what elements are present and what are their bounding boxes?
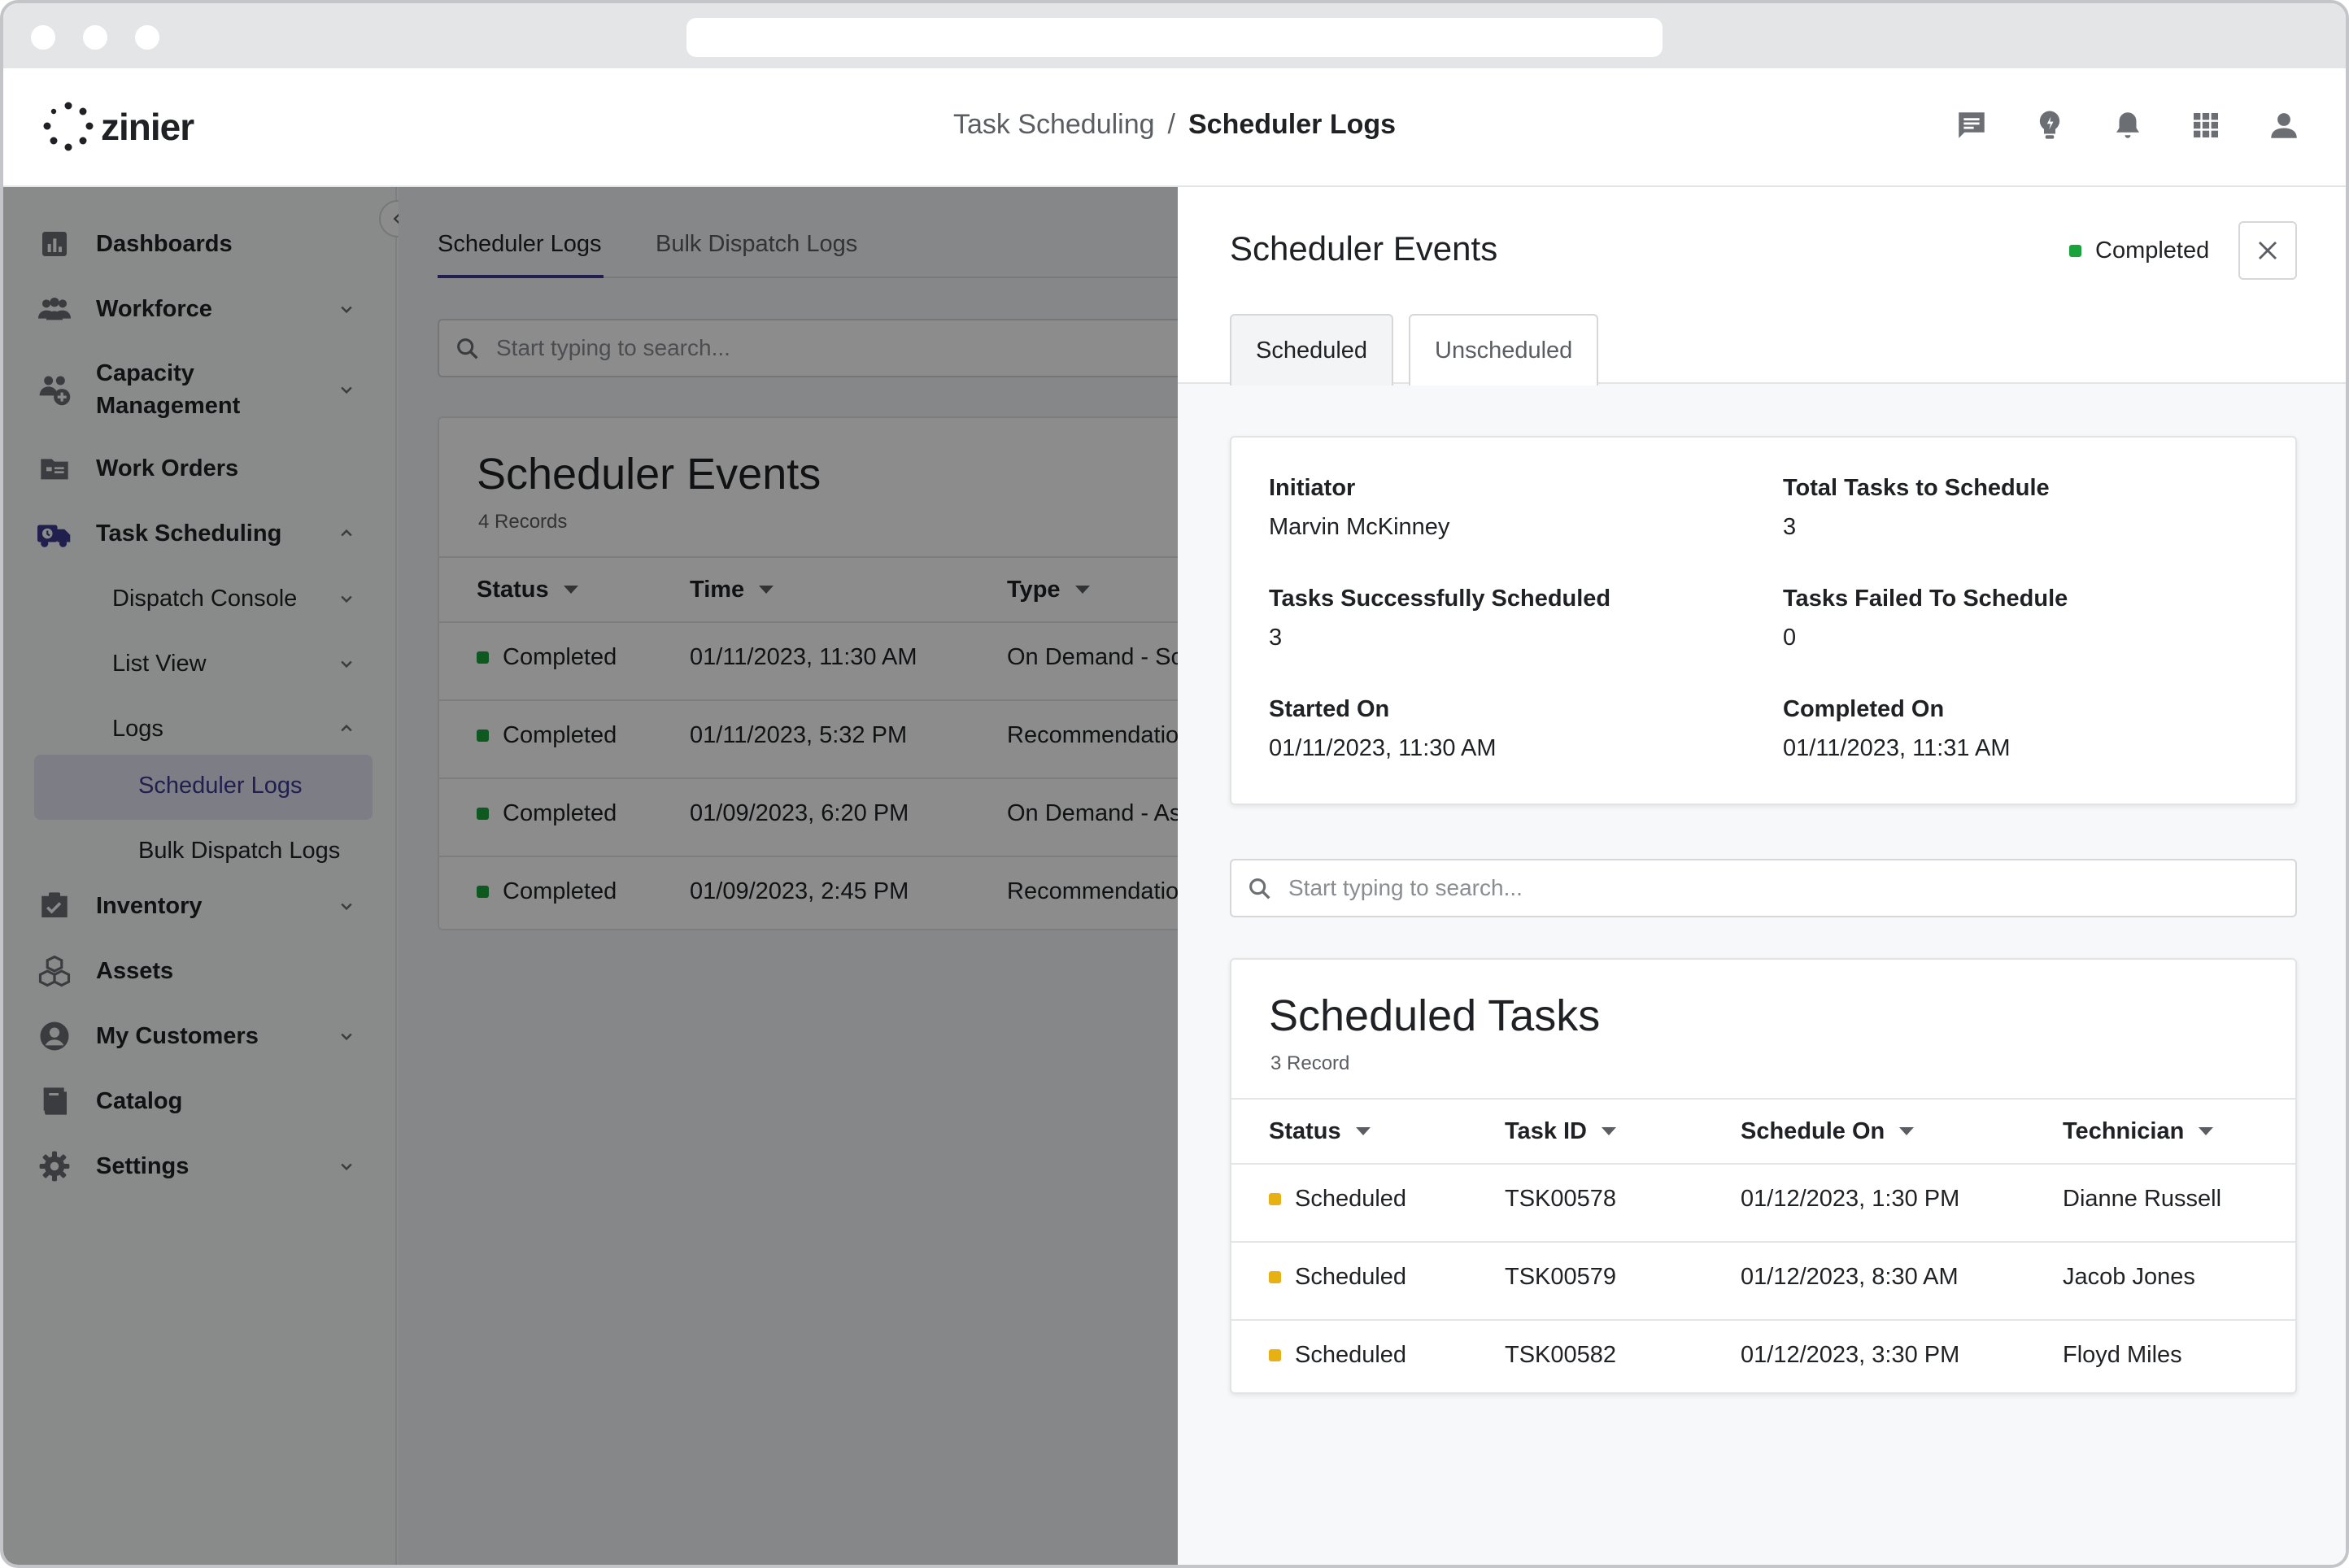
breadcrumb-task-scheduling[interactable]: Task Scheduling [953, 109, 1155, 140]
search-placeholder: Start typing to search... [1288, 875, 1523, 900]
status-dot [1269, 1349, 1281, 1361]
panel-title: Scheduler Events [1230, 229, 1498, 268]
status-text: Scheduled [1295, 1264, 1407, 1290]
bell-icon[interactable] [2110, 107, 2146, 143]
tasks-failed-label: Tasks Failed To Schedule [1783, 586, 2068, 612]
divider [1231, 1098, 2295, 1100]
technician-cell: Floyd Miles [2063, 1342, 2182, 1368]
table-row[interactable]: Scheduled TSK00578 01/12/2023, 1:30 PM D… [1231, 1165, 2295, 1241]
close-button[interactable] [2238, 221, 2297, 280]
status-dot [2069, 245, 2081, 257]
technician-cell: Jacob Jones [2063, 1264, 2195, 1290]
schedule-on-cell: 01/12/2023, 8:30 AM [1741, 1264, 1959, 1290]
status-cell: Scheduled [1269, 1186, 1406, 1213]
sort-caret-icon [1899, 1127, 1915, 1135]
window-close-dot[interactable] [31, 25, 55, 50]
tab-scheduled[interactable]: Scheduled [1230, 314, 1394, 385]
table-row[interactable]: Scheduled TSK00582 01/12/2023, 3:30 PM F… [1231, 1321, 2295, 1392]
status-dot [1269, 1193, 1281, 1205]
started-on-label: Started On [1269, 696, 1390, 722]
app-header: zinier Task Scheduling / Scheduler Logs [3, 68, 2346, 187]
window-maximize-dot[interactable] [135, 25, 159, 50]
close-icon [2259, 242, 2277, 259]
search-icon [1249, 878, 1270, 899]
task-id-cell: TSK00582 [1505, 1342, 1617, 1368]
card-title: Scheduled Tasks [1269, 991, 1601, 1040]
status-text: Scheduled [1295, 1186, 1407, 1212]
sort-caret-icon [1355, 1127, 1371, 1135]
task-id-cell: TSK00578 [1505, 1186, 1617, 1212]
summary-card: Initiator Marvin McKinney Total Tasks to… [1230, 436, 2297, 805]
panel-header: Scheduler Events Completed Scheduled Uns… [1178, 187, 2346, 385]
task-search-input[interactable]: Start typing to search... [1230, 859, 2297, 917]
status-text: Scheduled [1295, 1342, 1407, 1368]
status-cell: Scheduled [1269, 1342, 1406, 1369]
address-bar[interactable] [686, 18, 1663, 57]
schedule-on-cell: 01/12/2023, 1:30 PM [1741, 1186, 1960, 1212]
scheduler-events-panel: Scheduler Events Completed Scheduled Uns… [1178, 187, 2346, 1565]
column-label: Task ID [1505, 1117, 1588, 1144]
column-header-technician[interactable]: Technician [2063, 1114, 2214, 1148]
task-id-cell: TSK00579 [1505, 1264, 1617, 1290]
column-label: Status [1269, 1117, 1341, 1144]
browser-chrome [3, 3, 2346, 68]
column-label: Schedule On [1741, 1117, 1885, 1144]
tasks-failed-value: 0 [1783, 625, 1797, 651]
column-header-task-id[interactable]: Task ID [1505, 1114, 1617, 1148]
tasks-scheduled-label: Tasks Successfully Scheduled [1269, 586, 1611, 612]
chat-icon[interactable] [1954, 107, 1989, 143]
breadcrumb-current: Scheduler Logs [1188, 109, 1397, 140]
tasks-scheduled-value: 3 [1269, 625, 1283, 651]
completed-on-value: 01/11/2023, 11:31 AM [1783, 735, 2011, 761]
column-header-schedule-on[interactable]: Schedule On [1741, 1114, 1915, 1148]
completed-on-label: Completed On [1783, 696, 1945, 722]
column-label: Technician [2063, 1117, 2185, 1144]
browser-window: zinier Task Scheduling/Scheduler Logs [0, 0, 2349, 1568]
header-actions [1954, 107, 2302, 143]
initiator-label: Initiator [1269, 475, 1356, 501]
status-dot [1269, 1271, 1281, 1283]
status-cell: Scheduled [1269, 1264, 1406, 1291]
lightbulb-icon[interactable] [2032, 107, 2068, 143]
record-count: 3 Record [1270, 1052, 1350, 1074]
status-text: Completed [2095, 237, 2210, 264]
modal-backdrop[interactable] [3, 187, 1178, 1565]
schedule-on-cell: 01/12/2023, 3:30 PM [1741, 1342, 1960, 1368]
technician-cell: Dianne Russell [2063, 1186, 2222, 1212]
total-tasks-value: 3 [1783, 514, 1797, 540]
sort-caret-icon [2199, 1127, 2214, 1135]
initiator-value: Marvin McKinney [1269, 514, 1450, 540]
column-header-status[interactable]: Status [1269, 1114, 1371, 1148]
tab-unscheduled[interactable]: Unscheduled [1409, 314, 1599, 385]
sort-caret-icon [1602, 1127, 1617, 1135]
breadcrumb-separator: / [1167, 109, 1175, 140]
scheduled-tasks-card: Scheduled Tasks 3 Record Status Task ID … [1230, 958, 2297, 1394]
user-icon[interactable] [2266, 107, 2302, 143]
started-on-value: 01/11/2023, 11:30 AM [1269, 735, 1497, 761]
window-minimize-dot[interactable] [83, 25, 107, 50]
total-tasks-label: Total Tasks to Schedule [1783, 475, 2050, 501]
apps-grid-icon[interactable] [2188, 107, 2224, 143]
status-badge: Completed [2069, 237, 2209, 264]
table-row[interactable]: Scheduled TSK00579 01/12/2023, 8:30 AM J… [1231, 1243, 2295, 1319]
